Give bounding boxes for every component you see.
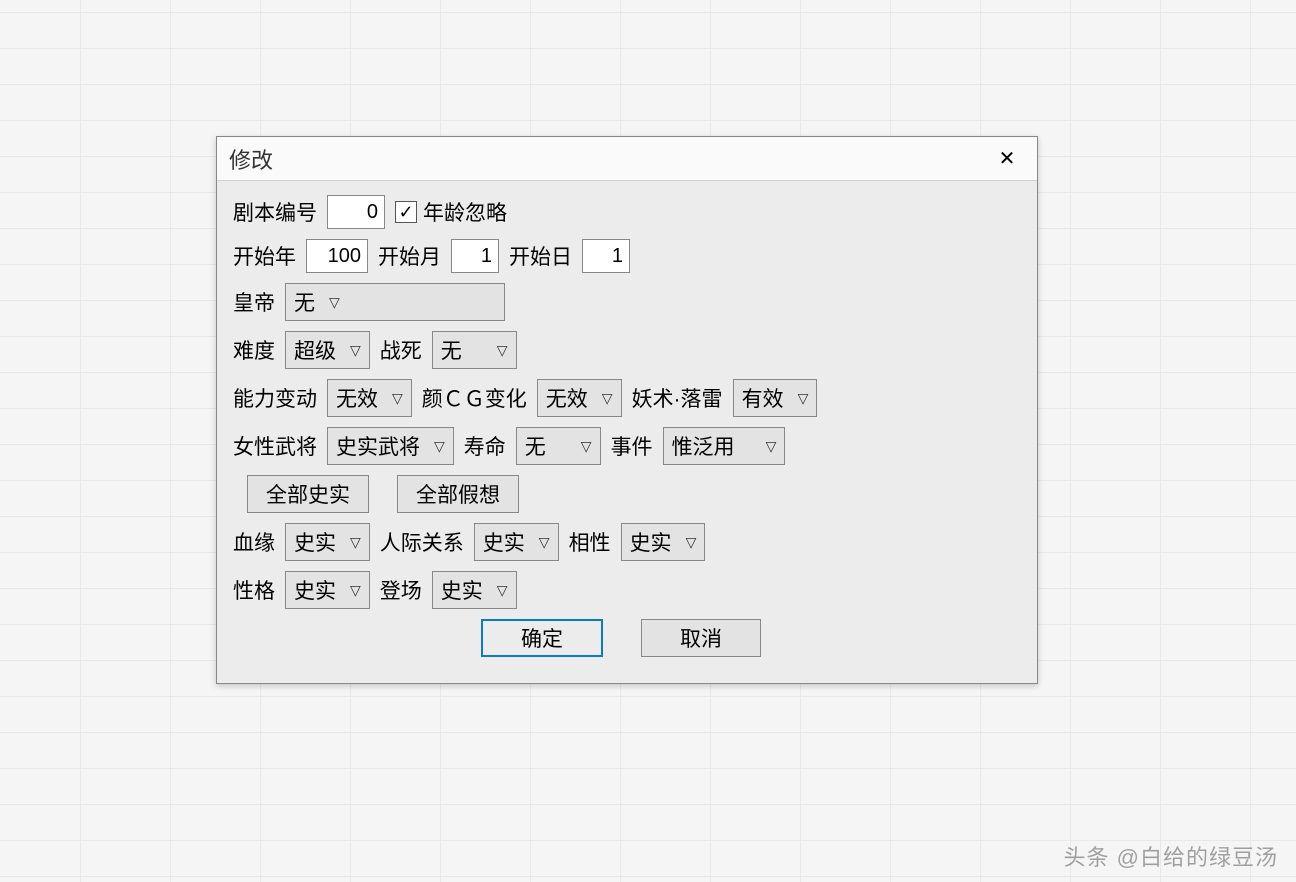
start-day-label: 开始日 xyxy=(509,241,572,271)
start-day-input[interactable] xyxy=(582,239,630,273)
face-cg-combo[interactable]: 无效 ▽ xyxy=(537,379,622,417)
chevron-down-icon: ▽ xyxy=(350,342,361,359)
sorcery-label: 妖术·落雷 xyxy=(632,383,723,413)
emperor-label: 皇帝 xyxy=(233,287,275,317)
bloodline-label: 血缘 xyxy=(233,527,275,557)
chevron-down-icon: ▽ xyxy=(686,534,697,551)
personality-combo[interactable]: 史实 ▽ xyxy=(285,571,370,609)
chevron-down-icon: ▽ xyxy=(602,390,613,407)
scenario-id-input[interactable] xyxy=(327,195,385,229)
compatibility-label: 相性 xyxy=(569,527,611,557)
battle-death-combo[interactable]: 无 ▽ xyxy=(432,331,517,369)
female-officer-label: 女性武将 xyxy=(233,431,317,461)
edit-dialog: 修改 ✕ 剧本编号 ✓ 年龄忽略 开始年 开始月 开始日 皇帝 无 ▽ xyxy=(216,136,1038,684)
chevron-down-icon: ▽ xyxy=(798,390,809,407)
start-month-input[interactable] xyxy=(451,239,499,273)
lifespan-combo[interactable]: 无 ▽ xyxy=(516,427,601,465)
watermark: 头条 @白给的绿豆汤 xyxy=(1064,840,1278,872)
appearance-label: 登场 xyxy=(380,575,422,605)
personality-label: 性格 xyxy=(233,575,275,605)
dialog-body: 剧本编号 ✓ 年龄忽略 开始年 开始月 开始日 皇帝 无 ▽ 难度 xyxy=(217,181,1037,671)
lifespan-label: 寿命 xyxy=(464,431,506,461)
event-combo[interactable]: 惟泛用 ▽ xyxy=(663,427,786,465)
cancel-button[interactable]: 取消 xyxy=(641,619,761,657)
chevron-down-icon: ▽ xyxy=(497,582,508,599)
face-cg-label: 颜ＣＧ变化 xyxy=(422,383,527,413)
chevron-down-icon: ▽ xyxy=(434,438,445,455)
difficulty-combo[interactable]: 超级 ▽ xyxy=(285,331,370,369)
chevron-down-icon: ▽ xyxy=(581,438,592,455)
chevron-down-icon: ▽ xyxy=(329,294,340,311)
checkbox-icon: ✓ xyxy=(395,201,417,223)
start-year-label: 开始年 xyxy=(233,241,296,271)
relationship-combo[interactable]: 史实 ▽ xyxy=(474,523,559,561)
chevron-down-icon: ▽ xyxy=(350,582,361,599)
bloodline-combo[interactable]: 史实 ▽ xyxy=(285,523,370,561)
ability-change-label: 能力变动 xyxy=(233,383,317,413)
all-historical-button[interactable]: 全部史实 xyxy=(247,475,369,513)
dialog-title: 修改 xyxy=(229,143,273,175)
titlebar: 修改 ✕ xyxy=(217,137,1037,181)
event-label: 事件 xyxy=(611,431,653,461)
start-year-input[interactable] xyxy=(306,239,368,273)
sorcery-combo[interactable]: 有效 ▽ xyxy=(733,379,818,417)
emperor-combo[interactable]: 无 ▽ xyxy=(285,283,505,321)
chevron-down-icon: ▽ xyxy=(766,438,777,455)
chevron-down-icon: ▽ xyxy=(539,534,550,551)
relationship-label: 人际关系 xyxy=(380,527,464,557)
battle-death-label: 战死 xyxy=(380,335,422,365)
all-fictional-button[interactable]: 全部假想 xyxy=(397,475,519,513)
compatibility-combo[interactable]: 史实 ▽ xyxy=(621,523,706,561)
ability-change-combo[interactable]: 无效 ▽ xyxy=(327,379,412,417)
ignore-age-checkbox[interactable]: ✓ 年龄忽略 xyxy=(395,197,507,227)
ok-button[interactable]: 确定 xyxy=(481,619,603,657)
female-officer-combo[interactable]: 史实武将 ▽ xyxy=(327,427,454,465)
chevron-down-icon: ▽ xyxy=(497,342,508,359)
scenario-id-label: 剧本编号 xyxy=(233,197,317,227)
appearance-combo[interactable]: 史实 ▽ xyxy=(432,571,517,609)
close-icon[interactable]: ✕ xyxy=(985,141,1029,177)
chevron-down-icon: ▽ xyxy=(350,534,361,551)
difficulty-label: 难度 xyxy=(233,335,275,365)
chevron-down-icon: ▽ xyxy=(392,390,403,407)
start-month-label: 开始月 xyxy=(378,241,441,271)
ignore-age-label: 年龄忽略 xyxy=(423,197,507,227)
